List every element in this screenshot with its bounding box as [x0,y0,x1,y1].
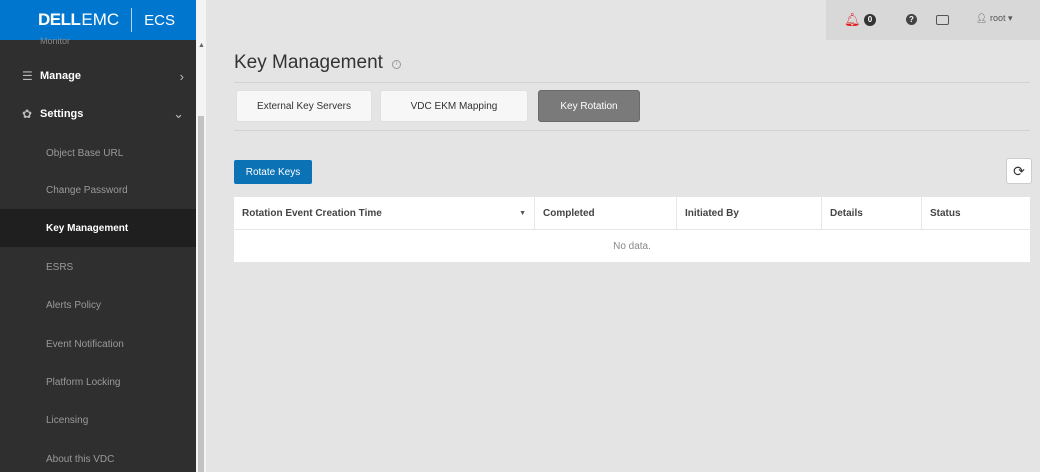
refresh-icon: ⟳ [1013,162,1025,179]
brand-product: ECS [144,11,176,29]
refresh-button[interactable]: ⟳ [1006,158,1032,184]
key-rotation-table: Rotation Event Creation Time ▼ Completed… [234,197,1030,262]
keyboard-icon[interactable] [936,15,949,25]
sidebar-item-alerts-policy[interactable]: Alerts Policy [0,286,196,324]
sidebar-item-key-management[interactable]: Key Management [0,209,196,247]
caret-down-icon: ▾ [1007,13,1013,23]
user-icon: 👤︎ [976,13,988,23]
help-icon[interactable]: ? [906,14,917,25]
sidebar-item-label: Platform Locking [46,376,121,388]
sidebar-item-label: ESRS [46,261,74,273]
tab-label: Key Rotation [560,100,618,112]
tab-vdc-ekm-mapping[interactable]: VDC EKM Mapping [380,90,528,122]
column-label: Rotation Event Creation Time [242,208,382,219]
column-label: Completed [543,208,595,219]
sidebar-item-change-password[interactable]: Change Password [0,171,196,209]
sidebar-item-object-base-url[interactable]: Object Base URL [0,134,196,172]
sidebar-item-platform-locking[interactable]: Platform Locking [0,363,196,401]
alert-count-badge[interactable]: 0 [864,14,876,26]
column-details[interactable]: Details [821,197,921,230]
sidebar-item-label: Alerts Policy [46,299,102,311]
column-label: Initiated By [685,208,739,219]
tab-label: VDC EKM Mapping [410,100,498,112]
sidebar-item-label: Event Notification [46,338,124,350]
sort-desc-icon[interactable]: ▼ [519,210,526,217]
list-icon: ☰ [22,69,33,83]
column-label: Details [830,208,863,219]
chevron-down-icon: ⌄ [173,106,184,121]
rotate-keys-button[interactable]: Rotate Keys [234,160,312,184]
brand-separator [131,8,133,32]
column-label: Status [930,208,961,219]
scrollbar-thumb[interactable] [198,116,204,472]
tab-label: External Key Servers [257,100,351,112]
sidebar-scrollbar[interactable]: ▲ [196,0,206,472]
sidebar-item-about-vdc[interactable]: About this VDC [0,440,196,472]
brand-dell: DELL [38,10,81,29]
sidebar-item-label: About this VDC [46,453,115,465]
brand-emc: EMC [81,10,120,29]
brand-logo[interactable]: DELL EMC ECS [0,0,196,40]
sidebar-item-label: Object Base URL [46,147,124,159]
sidebar-item-esrs[interactable]: ESRS [0,248,196,286]
user-menu[interactable]: 👤︎ root ▾ [976,13,1013,24]
user-name: root [989,13,1006,23]
tabs-divider [234,130,1030,131]
sidebar-item-monitor[interactable]: Monitor [0,36,196,50]
sidebar-item-manage-label: Manage [40,70,81,82]
sidebar-item-settings[interactable]: ✿ Settings ⌄ [0,96,196,132]
sidebar-item-label: Licensing [46,414,89,426]
sidebar: DELL EMC ECS Monitor ☰ Manage › ✿ Settin… [0,0,206,472]
sidebar-item-label: Key Management [46,222,129,234]
sidebar-item-label: Change Password [46,184,128,196]
sidebar-item-event-notification[interactable]: Event Notification [0,325,196,363]
tab-key-rotation[interactable]: Key Rotation [538,90,640,122]
page-title: Key Management [234,52,383,73]
gear-icon: ✿ [22,107,33,121]
chevron-right-icon: › [179,68,184,84]
table-empty-message: No data. [613,240,651,252]
column-status[interactable]: Status [921,197,1030,230]
sidebar-item-monitor-label: Monitor [40,36,71,46]
column-completed[interactable]: Completed [534,197,676,230]
column-initiated-by[interactable]: Initiated By [676,197,821,230]
title-divider [234,82,1030,83]
scroll-up-icon[interactable]: ▲ [198,42,205,49]
topbar: 🔔︎ 0 ? 👤︎ root ▾ [826,0,1040,40]
sidebar-item-settings-label: Settings [40,108,84,120]
bell-icon[interactable]: 🔔︎ [844,12,861,28]
tab-external-key-servers[interactable]: External Key Servers [236,90,372,122]
sidebar-item-manage[interactable]: ☰ Manage › [0,58,196,94]
column-rotation-event-creation-time[interactable]: Rotation Event Creation Time ▼ [234,197,534,230]
table-header: Rotation Event Creation Time ▼ Completed… [234,197,1030,230]
info-icon[interactable]: i [392,60,401,69]
sidebar-item-licensing[interactable]: Licensing [0,401,196,439]
